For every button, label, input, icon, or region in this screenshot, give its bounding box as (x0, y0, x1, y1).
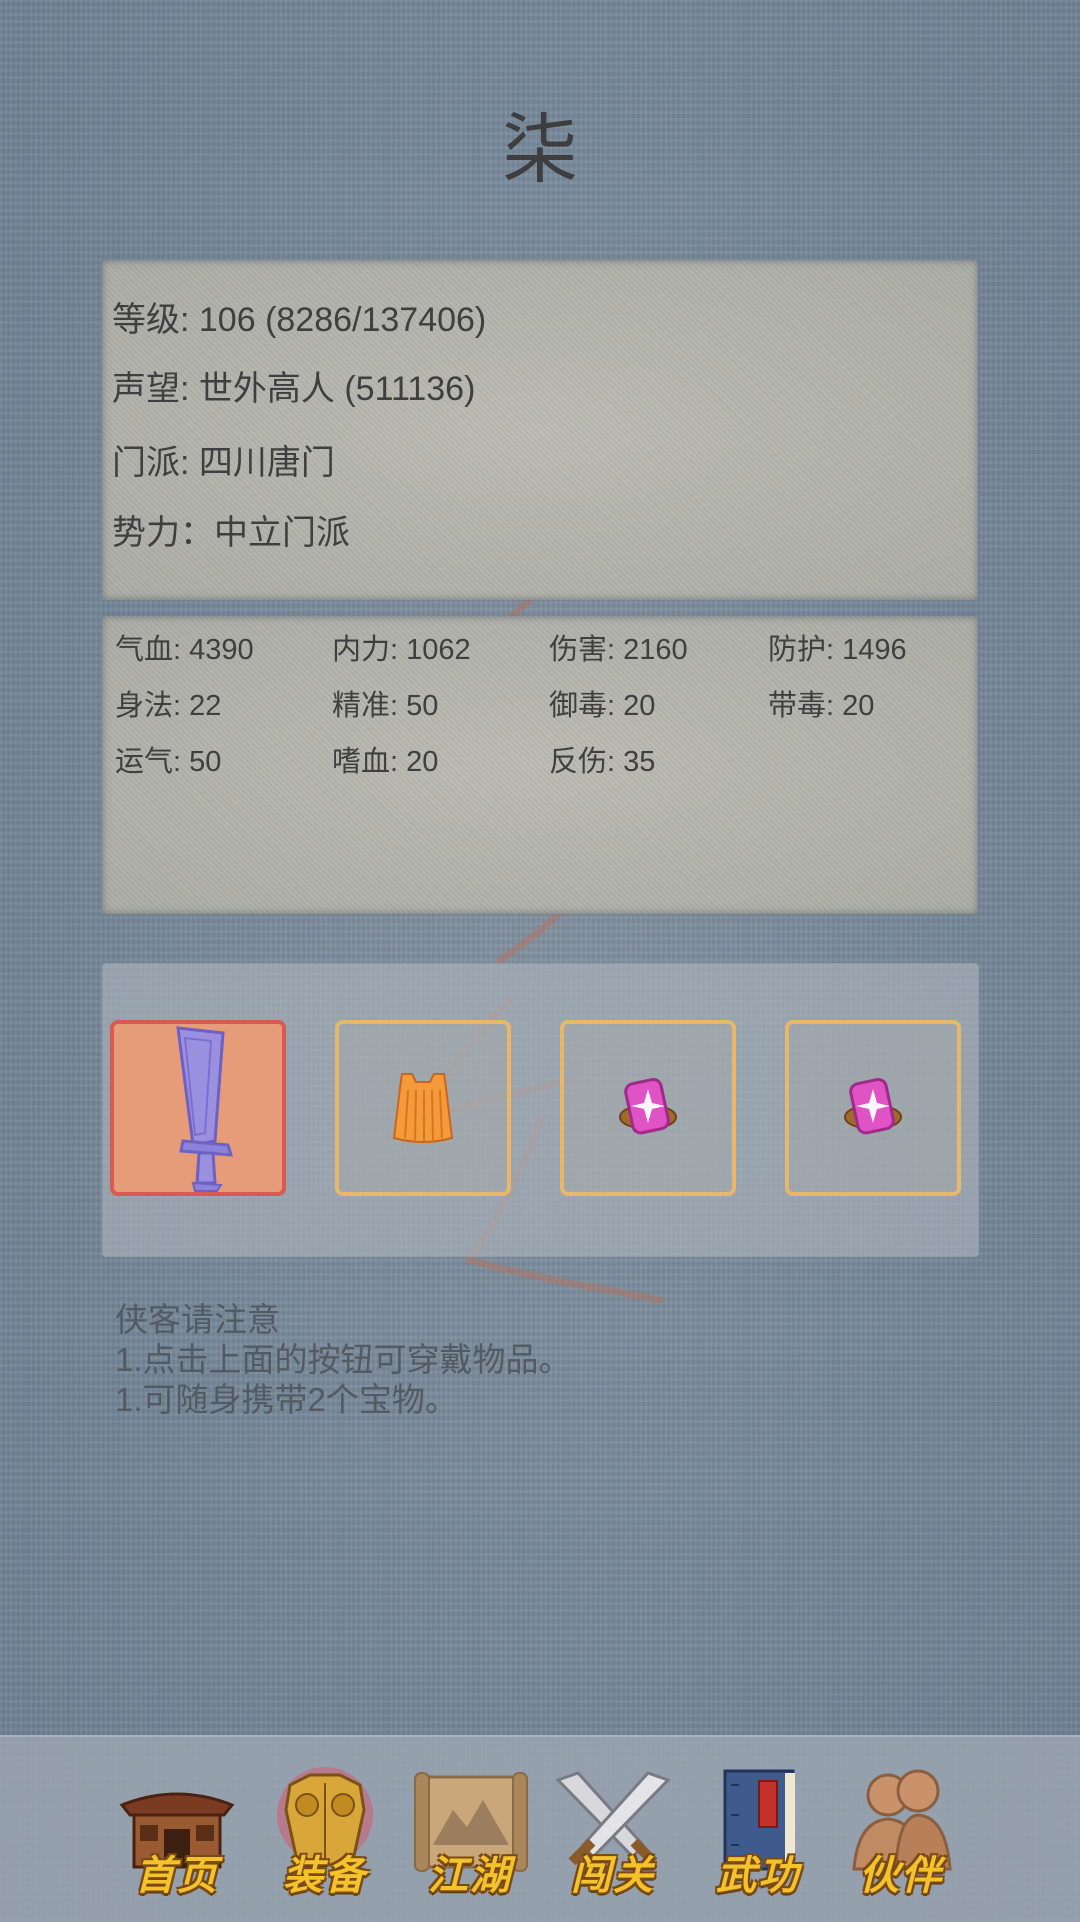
sect-text: 门派: 四川唐门 (112, 444, 335, 482)
equip-slot-weapon[interactable] (110, 1020, 286, 1196)
nav-companions-label: 伙伴 (859, 1852, 943, 1899)
reputation-text: 声望: 世外高人 (511136) (112, 370, 476, 408)
attributes-panel: 气血: 4390 内力: 1062 伤害: 2160 防护: 1496 身法: … (102, 616, 978, 914)
equip-slot-armor[interactable] (335, 1020, 511, 1196)
character-name: 柒 (502, 105, 578, 194)
stat-hp: 气血: 4390 (115, 634, 254, 666)
nav-jianghu-label: 江湖 (428, 1852, 512, 1899)
nav-challenge-label: 闯关 (571, 1852, 655, 1899)
bottom-nav-bar: 首页 装备 江湖 闯关 武功 伙伴 (0, 1735, 1080, 1922)
faction-text: 势力：中立门派 (112, 514, 350, 552)
pink-treasure-icon (619, 1078, 677, 1135)
broadsword-icon (176, 1026, 234, 1192)
stat-accuracy: 精准: 50 (332, 690, 439, 722)
nav-challenge[interactable]: 闯关 (548, 1765, 678, 1905)
stat-inner-power: 内力: 1062 (332, 634, 471, 666)
notice-title: 侠客请注意 (115, 1301, 280, 1338)
level-text: 等级: 106 (8286/137406) (112, 301, 487, 339)
nav-equipment[interactable]: 装备 (260, 1765, 390, 1905)
nav-martial-arts[interactable]: 武功 (693, 1765, 823, 1905)
stat-poison: 带毒: 20 (768, 690, 875, 722)
notice-line-2: 1.可随身携带2个宝物。 (115, 1381, 458, 1418)
equip-slot-treasure-2[interactable] (785, 1020, 961, 1196)
orange-robe-icon (392, 1073, 454, 1143)
nav-home-label: 首页 (135, 1852, 219, 1899)
stat-agility: 身法: 22 (115, 690, 222, 722)
stat-lifesteal: 嗜血: 20 (332, 746, 439, 778)
character-info-panel: 等级: 106 (8286/137406) 声望: 世外高人 (511136) … (102, 260, 978, 600)
stat-reflect: 反伤: 35 (549, 746, 656, 778)
stat-luck: 运气: 50 (115, 746, 222, 778)
pink-treasure-icon (844, 1078, 902, 1135)
nav-home[interactable]: 首页 (112, 1765, 242, 1905)
nav-companions[interactable]: 伙伴 (836, 1765, 966, 1905)
stat-damage: 伤害: 2160 (549, 634, 688, 666)
equip-slot-treasure-1[interactable] (560, 1020, 736, 1196)
notice-line-1: 1.点击上面的按钮可穿戴物品。 (115, 1341, 572, 1378)
nav-equipment-label: 装备 (283, 1852, 367, 1899)
stat-defense: 防护: 1496 (768, 634, 907, 666)
notice-section: 侠客请注意 1.点击上面的按钮可穿戴物品。 1.可随身携带2个宝物。 (115, 1300, 572, 1420)
stat-poison-resist: 御毒: 20 (549, 690, 656, 722)
equipment-panel (102, 963, 979, 1257)
nav-jianghu[interactable]: 江湖 (405, 1765, 535, 1905)
nav-martial-arts-label: 武功 (716, 1852, 800, 1899)
